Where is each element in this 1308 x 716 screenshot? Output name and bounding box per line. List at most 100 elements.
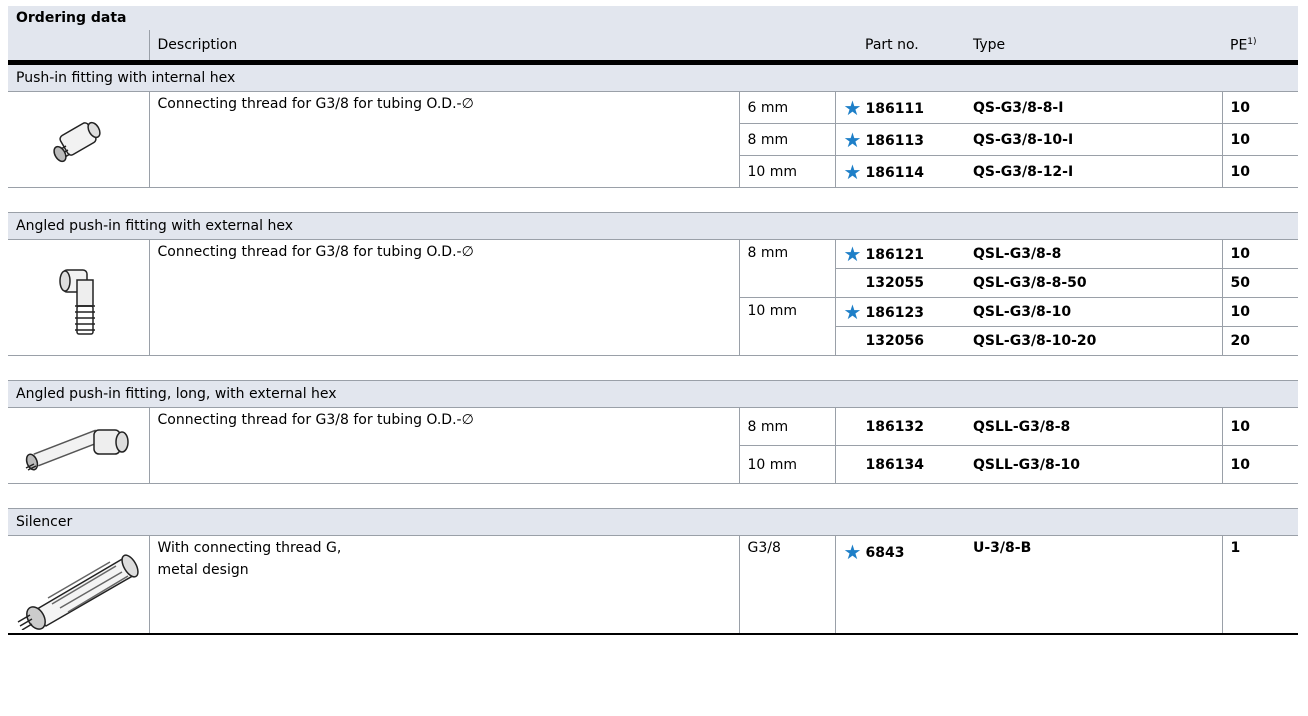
star-icon: ★ [843, 127, 862, 152]
header-image-cell [8, 30, 150, 65]
group-title: Angled push-in fitting with external hex [8, 212, 1299, 240]
group-header-row: Angled push-in fitting, long, with exter… [8, 380, 1299, 408]
column-header-row: Description Part no. Type PE1) [8, 30, 1299, 65]
spacer-cell [8, 355, 1299, 381]
tubing-size: 8 mm [739, 239, 836, 298]
star-icon: ★ [843, 540, 862, 564]
type-code: U-3/8-B [965, 535, 1223, 635]
angled-fitting-icon [8, 260, 149, 340]
header-pe: PE1) [1222, 30, 1299, 65]
header-pe-label: PE [1230, 37, 1248, 54]
part-number-cell: ★ 186114 [835, 155, 965, 188]
type-code: QSLL-G3/8-10 [965, 445, 1223, 484]
product-image-cell [8, 239, 150, 356]
part-number: 186114 [865, 164, 924, 181]
spacer-row [8, 483, 1299, 509]
title-row: Ordering data [8, 6, 1299, 30]
part-number-cell: ★ 186113 [835, 123, 965, 156]
description-line-1: Connecting thread for G3/8 for tubing O.… [157, 96, 474, 112]
type-code: QSL-G3/8-10 [965, 297, 1223, 327]
part-number: 186111 [865, 100, 924, 117]
group-header-row: Angled push-in fitting with external hex [8, 212, 1299, 240]
spacer-cell [8, 187, 1299, 213]
tubing-size: 8 mm [739, 123, 836, 156]
group-title: Angled push-in fitting, long, with exter… [8, 380, 1299, 408]
pe-quantity: 10 [1222, 91, 1299, 124]
pe-quantity: 10 [1222, 297, 1299, 327]
part-number-cell: ★ 186121 [835, 239, 965, 269]
tubing-size: G3/8 [739, 535, 836, 635]
star-icon: ★ [843, 242, 862, 266]
type-code: QS-G3/8-8-I [965, 91, 1223, 124]
header-pe-footnote: 1) [1247, 36, 1257, 47]
header-type: Type [965, 30, 1222, 65]
pe-quantity: 1 [1222, 535, 1299, 635]
product-image-cell [8, 91, 150, 188]
part-number-cell: ★ 186111 [835, 91, 965, 124]
tubing-size: 6 mm [739, 91, 836, 124]
product-row: Connecting thread for G3/8 for tubing O.… [8, 407, 1299, 484]
tubing-size: 10 mm [739, 297, 836, 356]
pe-quantity: 10 [1222, 123, 1299, 156]
pe-quantity: 20 [1222, 326, 1299, 356]
description-line-1: With connecting thread G, [157, 540, 342, 556]
type-code: QSL-G3/8-10-20 [965, 326, 1223, 356]
ordering-table: Ordering data Description Part no. Type … [8, 6, 1299, 635]
tubing-size: 10 mm [739, 445, 836, 484]
product-row: With connecting thread G, metal design G3/… [8, 535, 1299, 635]
product-description: With connecting thread G, metal design [149, 535, 740, 635]
type-code: QS-G3/8-12-I [965, 155, 1223, 188]
part-number: 6843 [865, 545, 905, 561]
product-description: Connecting thread for G3/8 for tubing O.… [149, 91, 740, 188]
spacer-cell [8, 483, 1299, 509]
pe-quantity: 10 [1222, 155, 1299, 188]
description-line-1: Connecting thread for G3/8 for tubing O.… [157, 412, 474, 428]
part-number: 186134 [865, 456, 924, 473]
star-icon: ★ [843, 95, 862, 120]
part-number: 186121 [865, 247, 924, 263]
part-number-cell: 186132 [835, 407, 965, 446]
product-row: Connecting thread for G3/8 for tubing O.… [8, 239, 1299, 356]
description-line-2: metal design [157, 562, 249, 578]
part-number: 186132 [865, 418, 924, 435]
type-code: QSL-G3/8-8 [965, 239, 1223, 269]
table-title: Ordering data [8, 6, 1299, 30]
pe-quantity: 10 [1222, 445, 1299, 484]
product-description: Connecting thread for G3/8 for tubing O.… [149, 239, 740, 356]
part-number-cell: 132055 [835, 268, 965, 298]
product-image-cell [8, 407, 150, 484]
long-angled-fitting-icon [8, 424, 149, 472]
type-code: QSLL-G3/8-8 [965, 407, 1223, 446]
product-description: Connecting thread for G3/8 for tubing O.… [149, 407, 740, 484]
part-number: 186113 [865, 132, 924, 149]
group-title: Silencer [8, 508, 1299, 536]
star-icon: ★ [843, 300, 862, 324]
silencer-icon [8, 542, 149, 631]
spacer-row [8, 355, 1299, 381]
part-number-cell: ★ 186123 [835, 297, 965, 327]
tubing-size: 10 mm [739, 155, 836, 188]
pe-quantity: 50 [1222, 268, 1299, 298]
part-number-cell: 186134 [835, 445, 965, 484]
part-number-cell: ★ 6843 [835, 535, 965, 635]
header-description: Description [149, 30, 835, 65]
type-code: QSL-G3/8-8-50 [965, 268, 1223, 298]
tubing-size: 8 mm [739, 407, 836, 446]
type-code: QS-G3/8-10-I [965, 123, 1223, 156]
group-header-row: Push-in fitting with internal hex [8, 62, 1299, 92]
pe-quantity: 10 [1222, 239, 1299, 269]
header-part-no: Part no. [835, 30, 965, 65]
product-row: Connecting thread for G3/8 for tubing O.… [8, 91, 1299, 188]
part-number: 186123 [865, 305, 924, 321]
star-icon: ★ [843, 159, 862, 184]
description-line-1: Connecting thread for G3/8 for tubing O.… [157, 244, 474, 260]
header-part-no-label: Part no. [865, 37, 919, 53]
part-number: 132056 [865, 333, 924, 349]
part-number: 132055 [865, 275, 924, 291]
pe-quantity: 10 [1222, 407, 1299, 446]
group-title: Push-in fitting with internal hex [8, 62, 1299, 92]
spacer-row [8, 187, 1299, 213]
straight-fitting-icon [8, 118, 149, 166]
part-number-cell: 132056 [835, 326, 965, 356]
group-header-row: Silencer [8, 508, 1299, 536]
